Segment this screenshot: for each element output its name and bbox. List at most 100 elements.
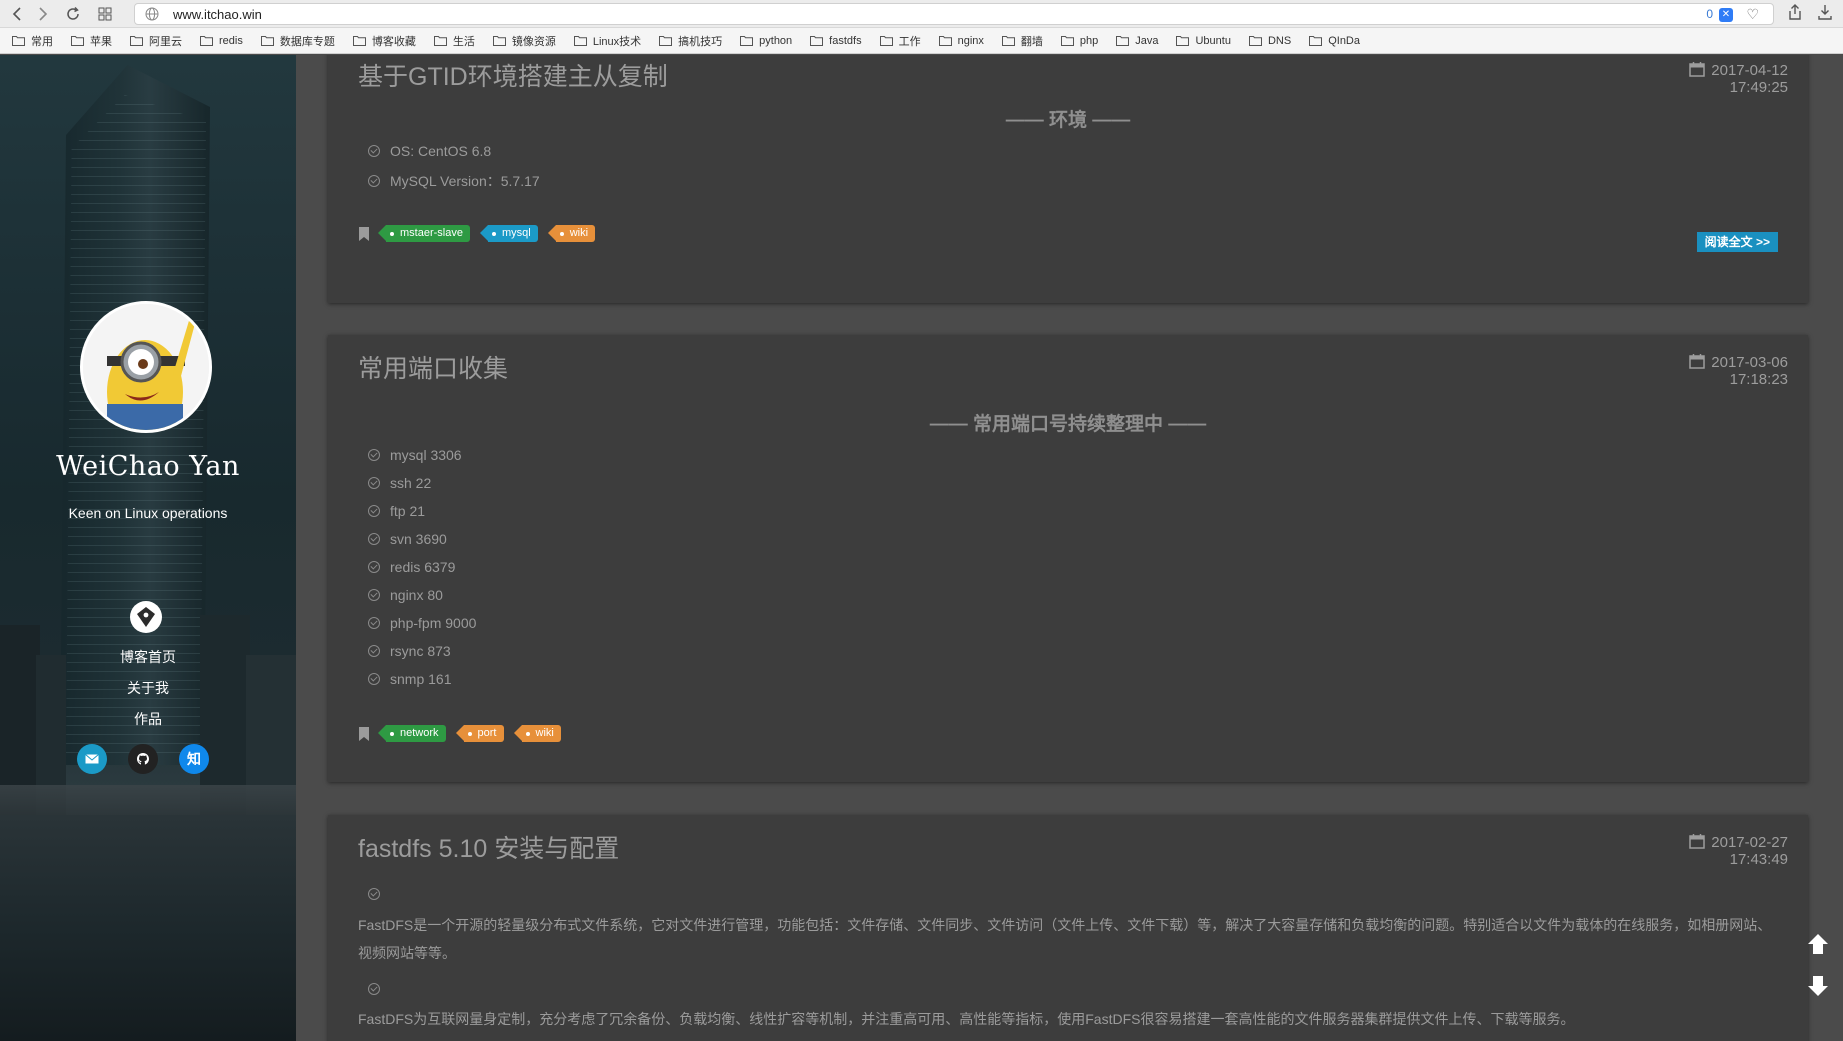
avatar[interactable]: [80, 301, 212, 433]
post-subtitle: —— 环境 ——: [1005, 110, 1131, 131]
bookmark-folder[interactable]: QInDa: [1309, 35, 1360, 47]
list-item: OS: CentOS 6.8: [368, 143, 491, 159]
scroll-up-icon[interactable]: [1805, 931, 1831, 957]
folder-icon: [130, 36, 143, 46]
bookmark-folder[interactable]: 工作: [879, 33, 921, 49]
bookmark-folder[interactable]: DNS: [1248, 34, 1292, 47]
post-list: 基于GTID环境搭建主从复制 2017-04-12 17:49:25 —— 环境…: [296, 55, 1843, 1041]
zhihu-icon[interactable]: 知: [179, 744, 209, 774]
bookmark-label: 镜像资源: [511, 35, 556, 48]
post-date-day: 2017-04-12: [1711, 62, 1788, 79]
folder-icon: [1116, 36, 1130, 46]
list-item: ssh 22: [368, 475, 431, 491]
list-item: svn 3690: [368, 531, 447, 547]
back-icon[interactable]: [6, 3, 28, 25]
calendar-icon: [1689, 62, 1706, 77]
check-circle-icon: [368, 888, 380, 900]
bookmark-folder[interactable]: Java: [1116, 35, 1158, 47]
folder-icon: [1309, 36, 1323, 46]
extension-icon[interactable]: ✕: [1719, 8, 1733, 22]
post-date-time: 17:18:23: [1729, 371, 1788, 388]
tag[interactable]: network: [378, 725, 446, 742]
bookmark-folder[interactable]: 生活: [433, 33, 475, 49]
bookmark-folder[interactable]: redis: [200, 35, 243, 47]
tag-list: network port wiki: [358, 725, 571, 742]
bookmark-label: Linux技术: [592, 35, 642, 48]
nav-about[interactable]: 关于我: [0, 678, 296, 698]
post-date: 2017-03-06 17:18:23: [1689, 353, 1788, 388]
check-circle-icon: [368, 645, 380, 657]
bookmark-label: 苹果: [90, 35, 112, 48]
nav-works[interactable]: 作品: [0, 709, 296, 729]
github-icon[interactable]: [128, 744, 158, 774]
bookmark-folder[interactable]: python: [740, 35, 792, 47]
forward-icon[interactable]: [32, 3, 54, 25]
bookmark-folder[interactable]: 常用: [12, 33, 53, 49]
bookmark-label: python: [759, 34, 793, 47]
post-card: 基于GTID环境搭建主从复制 2017-04-12 17:49:25 —— 环境…: [328, 55, 1808, 303]
folder-icon: [260, 36, 274, 46]
site-logo-icon[interactable]: [130, 601, 162, 633]
address-bar[interactable]: www.itchao.win 0 ✕ ♡: [134, 3, 1774, 25]
check-circle-icon: [368, 505, 380, 517]
check-circle-icon: [368, 145, 380, 157]
list-item: rsync 873: [368, 643, 451, 659]
post-title[interactable]: fastdfs 5.10 安装与配置: [358, 829, 619, 865]
check-circle-icon: [368, 477, 380, 489]
background-water: [0, 815, 296, 1041]
post-card: fastdfs 5.10 安装与配置 2017-02-27 17:43:49 F…: [328, 815, 1808, 1041]
bookmark-folder[interactable]: php: [1060, 35, 1098, 47]
folder-icon: [352, 36, 366, 46]
apps-grid-icon[interactable]: [94, 3, 116, 25]
share-icon[interactable]: [1788, 4, 1802, 24]
check-circle-icon: [368, 617, 380, 629]
tag[interactable]: mstaer-slave: [378, 225, 470, 242]
bookmark-folder[interactable]: 阿里云: [130, 33, 182, 49]
folder-icon: [810, 36, 824, 46]
bookmark-folder[interactable]: 苹果: [71, 33, 112, 49]
post-title[interactable]: 基于GTID环境搭建主从复制: [358, 57, 668, 93]
bookmark-folder[interactable]: 博客收藏: [352, 33, 416, 49]
sidebar: WeiChao Yan Keen on Linux operations 博客首…: [0, 55, 296, 1041]
folder-icon: [938, 36, 952, 46]
bookmark-folder[interactable]: 镜像资源: [492, 33, 556, 49]
calendar-icon: [1689, 354, 1706, 369]
bookmark-folder[interactable]: 翻墙: [1001, 33, 1043, 49]
bookmark-folder[interactable]: 数据库专题: [260, 33, 335, 49]
post-title[interactable]: 常用端口收集: [358, 349, 508, 385]
bookmark-icon: [359, 726, 369, 741]
url-text[interactable]: www.itchao.win: [173, 7, 262, 22]
tag[interactable]: wiki: [547, 225, 596, 242]
tag[interactable]: wiki: [513, 725, 561, 742]
mail-icon[interactable]: [77, 744, 107, 774]
tag[interactable]: port: [455, 725, 504, 742]
bookmark-folder[interactable]: nginx: [938, 34, 984, 47]
check-circle-icon: [368, 589, 380, 601]
download-icon[interactable]: [1818, 4, 1832, 24]
post-date-time: 17:43:49: [1729, 851, 1788, 868]
folder-icon: [200, 36, 213, 46]
scroll-down-icon[interactable]: [1805, 973, 1831, 999]
calendar-icon: [1689, 834, 1706, 849]
list-item: nginx 80: [368, 587, 443, 603]
bookmark-folder[interactable]: fastdfs: [810, 35, 862, 47]
favorite-icon[interactable]: ♡: [1746, 6, 1759, 23]
bookmark-label: 生活: [452, 35, 475, 48]
bookmark-folder[interactable]: Ubuntu: [1176, 35, 1231, 47]
bookmark-label: DNS: [1267, 34, 1292, 47]
author-name: WeiChao Yan: [56, 451, 240, 482]
browser-toolbar: www.itchao.win 0 ✕ ♡: [0, 0, 1843, 28]
bookmark-label: Java: [1135, 34, 1159, 47]
folder-icon: [1248, 36, 1262, 46]
post-date-day: 2017-02-27: [1711, 834, 1788, 851]
extension-count: 0: [1706, 7, 1713, 21]
tag[interactable]: mysql: [480, 225, 538, 242]
bookmark-folder[interactable]: Linux技术: [573, 33, 642, 49]
nav-home[interactable]: 博客首页: [0, 647, 296, 667]
bookmark-label: nginx: [957, 34, 984, 47]
reload-icon[interactable]: [62, 3, 84, 25]
read-more-button[interactable]: 阅读全文 >>: [1696, 232, 1778, 252]
check-circle-icon: [368, 533, 380, 545]
post-date: 2017-04-12 17:49:25: [1689, 61, 1788, 96]
bookmark-folder[interactable]: 搞机技巧: [659, 33, 722, 49]
